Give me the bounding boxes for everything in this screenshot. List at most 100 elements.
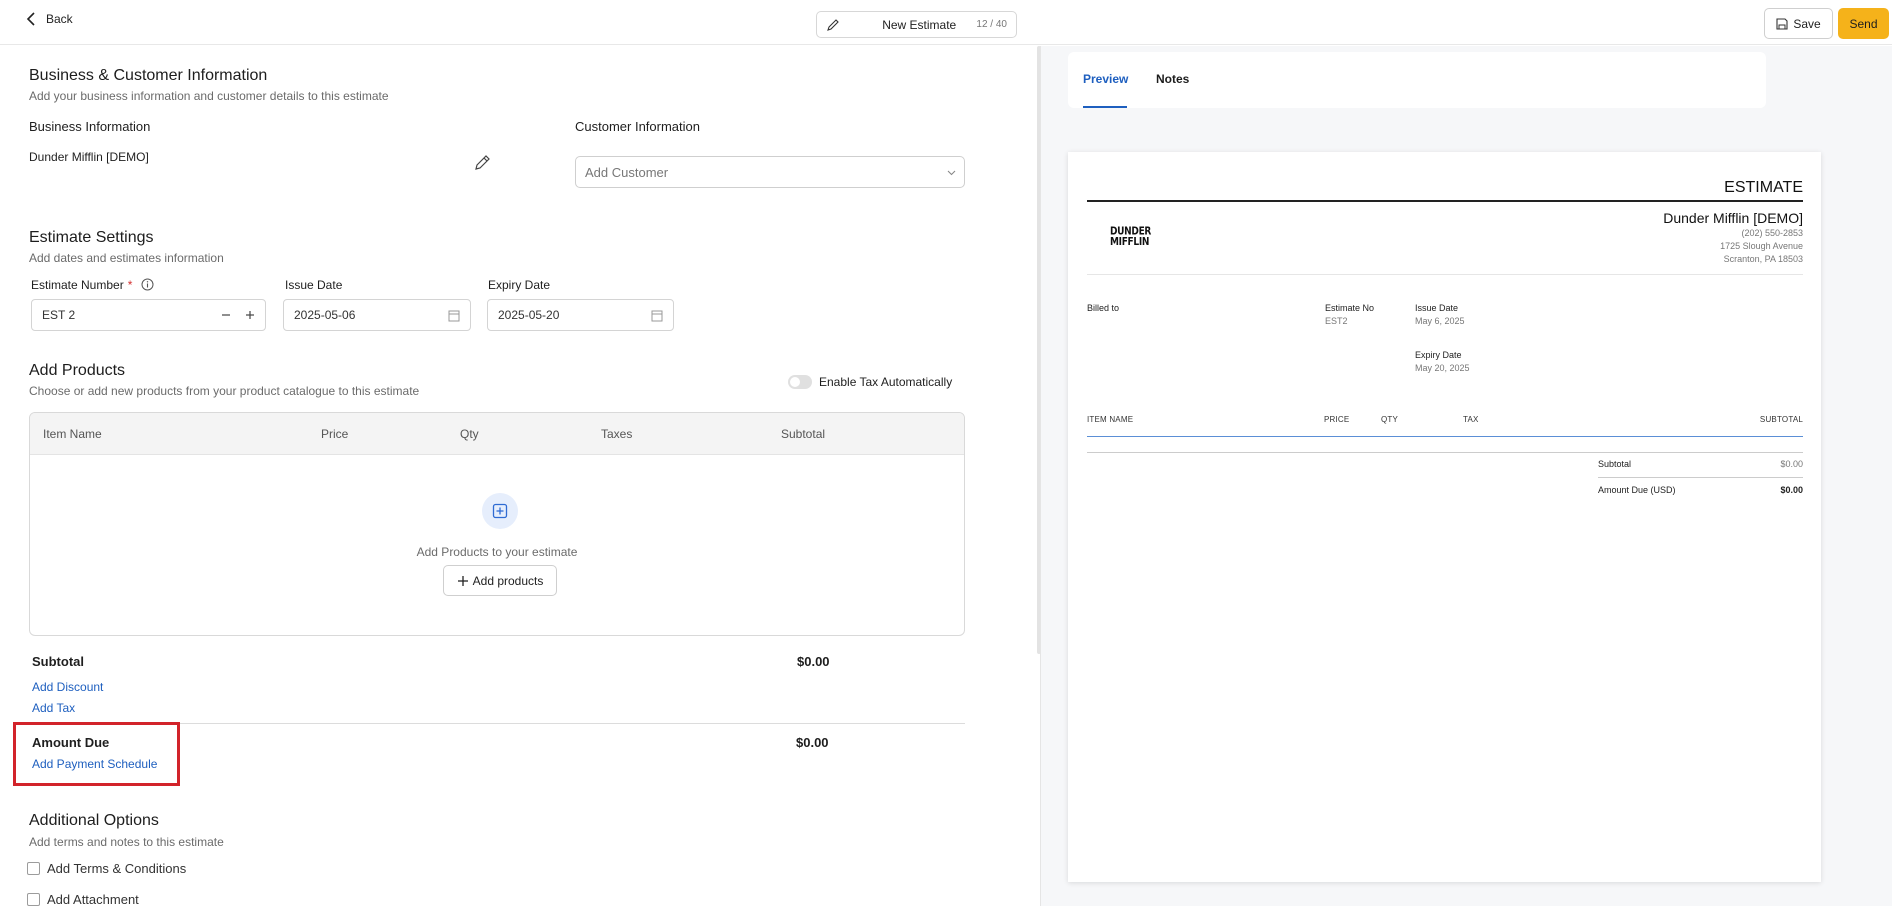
expiry-date-label: Expiry Date bbox=[488, 278, 551, 292]
business-info-label: Business Information bbox=[29, 119, 151, 134]
add-products-button[interactable]: Add products bbox=[443, 565, 557, 596]
preview-subtotal-label: Subtotal bbox=[1598, 459, 1632, 469]
column-subtotal: Subtotal bbox=[781, 427, 826, 441]
title-char-counter: 12 / 40 bbox=[976, 19, 1007, 30]
expiry-date-value: 2025-05-20 bbox=[498, 308, 560, 322]
amount-due-value: $0.00 bbox=[796, 735, 829, 750]
highlight-box bbox=[13, 722, 180, 786]
preview-phone: (202) 550-2853 bbox=[1741, 228, 1803, 238]
issue-date-field[interactable]: 2025-05-06 bbox=[283, 299, 471, 331]
customer-info-label: Customer Information bbox=[575, 119, 700, 134]
estimate-settings-subtitle: Add dates and estimates information bbox=[29, 251, 224, 265]
issue-date-value: 2025-05-06 bbox=[294, 308, 356, 322]
empty-products-text: Add Products to your estimate bbox=[416, 545, 578, 559]
preview-col-item: ITEM NAME bbox=[1087, 415, 1134, 424]
preview-col-price: PRICE bbox=[1324, 415, 1350, 424]
preview-totals-rule bbox=[1598, 477, 1803, 478]
subtotal-label: Subtotal bbox=[32, 654, 84, 669]
preview-col-qty: QTY bbox=[1381, 415, 1399, 424]
preview-col-subtotal: SUBTOTAL bbox=[1759, 415, 1803, 424]
required-mark: * bbox=[127, 278, 133, 292]
business-customer-title: Business & Customer Information bbox=[29, 67, 268, 84]
add-products-subtitle: Choose or add new products from your pro… bbox=[29, 384, 420, 398]
subtotal-value: $0.00 bbox=[797, 654, 830, 669]
preview-issue-value: May 6, 2025 bbox=[1415, 316, 1465, 326]
estimate-title-input[interactable]: New Estimate 12 / 40 bbox=[816, 11, 1017, 38]
edit-business-pencil-icon[interactable] bbox=[474, 154, 491, 171]
preview-items-rule bbox=[1087, 452, 1803, 453]
top-bar: Back New Estimate 12 / 40 Save Send bbox=[0, 0, 1892, 45]
minus-icon[interactable] bbox=[219, 308, 233, 322]
preview-address-1: 1725 Slough Avenue bbox=[1720, 241, 1803, 251]
products-table: Item Name Price Qty Taxes Subtotal Add P… bbox=[29, 412, 965, 636]
save-label: Save bbox=[1793, 16, 1821, 31]
preview-expiry-label: Expiry Date bbox=[1415, 350, 1462, 360]
preview-amount-due-value: $0.00 bbox=[1780, 485, 1803, 495]
document-title-rule bbox=[1087, 200, 1803, 202]
document-title: ESTIMATE bbox=[1724, 179, 1803, 196]
plus-icon[interactable] bbox=[243, 308, 257, 322]
tab-preview[interactable]: Preview bbox=[1083, 72, 1128, 86]
terms-checkbox[interactable] bbox=[27, 862, 40, 875]
chevron-left-icon bbox=[26, 12, 35, 26]
preview-col-tax: TAX bbox=[1463, 415, 1479, 424]
add-products-label: Add products bbox=[472, 573, 544, 588]
business-name: Dunder Mifflin [DEMO] bbox=[29, 150, 149, 164]
attachment-checkbox[interactable] bbox=[27, 893, 40, 906]
estimate-title: New Estimate bbox=[882, 17, 957, 32]
column-taxes: Taxes bbox=[601, 427, 633, 441]
pencil-icon bbox=[827, 18, 839, 31]
additional-options-title: Additional Options bbox=[29, 812, 159, 829]
back-button[interactable]: Back bbox=[26, 12, 73, 26]
preview-amount-due-label: Amount Due (USD) bbox=[1598, 485, 1676, 495]
chevron-down-icon bbox=[947, 170, 956, 176]
additional-options-subtitle: Add terms and notes to this estimate bbox=[29, 835, 224, 849]
info-icon[interactable] bbox=[141, 278, 154, 291]
add-products-title: Add Products bbox=[29, 362, 126, 379]
calendar-icon bbox=[448, 310, 460, 322]
business-customer-subtitle: Add your business information and custom… bbox=[29, 89, 389, 103]
save-button[interactable]: Save bbox=[1764, 8, 1833, 39]
header-divider bbox=[1087, 274, 1803, 275]
plus-icon bbox=[457, 575, 468, 586]
add-discount-link[interactable]: Add Discount bbox=[32, 680, 103, 694]
preview-company-name: Dunder Mifflin [DEMO] bbox=[1663, 210, 1803, 226]
active-tab-underline bbox=[1083, 106, 1127, 108]
send-button[interactable]: Send bbox=[1838, 8, 1889, 39]
logo-line-2: MIFFLIN bbox=[1110, 236, 1150, 249]
add-tax-link[interactable]: Add Tax bbox=[32, 701, 75, 715]
preview-subtotal-value: $0.00 bbox=[1780, 459, 1803, 469]
expiry-date-field[interactable]: 2025-05-20 bbox=[487, 299, 674, 331]
terms-label: Add Terms & Conditions bbox=[47, 861, 187, 876]
column-item-name: Item Name bbox=[43, 427, 102, 441]
column-qty: Qty bbox=[460, 427, 479, 441]
preview-tabs: Preview Notes bbox=[1068, 52, 1766, 108]
estimate-number-label-text: Estimate Number bbox=[31, 278, 124, 292]
estimate-no-label: Estimate No bbox=[1325, 303, 1375, 313]
tab-notes[interactable]: Notes bbox=[1156, 72, 1189, 86]
attachment-label: Add Attachment bbox=[47, 892, 139, 906]
column-price: Price bbox=[321, 427, 349, 441]
add-product-square-icon bbox=[482, 493, 518, 529]
enable-tax-label: Enable Tax Automatically bbox=[819, 375, 953, 389]
add-customer-placeholder: Add Customer bbox=[585, 164, 669, 180]
estimate-number-label: Estimate Number * bbox=[31, 278, 132, 292]
company-logo: DUNDER MIFFLIN bbox=[1110, 227, 1151, 249]
estimate-no-value: EST2 bbox=[1325, 316, 1348, 326]
calendar-icon bbox=[651, 310, 663, 322]
estimate-settings-title: Estimate Settings bbox=[29, 229, 154, 246]
add-customer-select[interactable]: Add Customer bbox=[575, 156, 965, 188]
preview-issue-label: Issue Date bbox=[1415, 303, 1459, 313]
issue-date-label: Issue Date bbox=[285, 278, 343, 292]
products-table-header: Item Name Price Qty Taxes Subtotal bbox=[30, 413, 964, 455]
estimate-number-value: EST 2 bbox=[42, 308, 76, 322]
preview-header-rule bbox=[1087, 436, 1803, 437]
preview-address-2: Scranton, PA 18503 bbox=[1723, 254, 1803, 264]
estimate-number-field[interactable]: EST 2 bbox=[31, 299, 266, 331]
preview-expiry-value: May 20, 2025 bbox=[1415, 363, 1470, 373]
back-label: Back bbox=[46, 12, 73, 26]
estimate-preview-document: ESTIMATE DUNDER MIFFLIN Dunder Mifflin [… bbox=[1068, 152, 1821, 882]
billed-to-label: Billed to bbox=[1087, 303, 1120, 313]
save-icon bbox=[1776, 17, 1788, 30]
enable-tax-toggle[interactable] bbox=[788, 375, 812, 389]
